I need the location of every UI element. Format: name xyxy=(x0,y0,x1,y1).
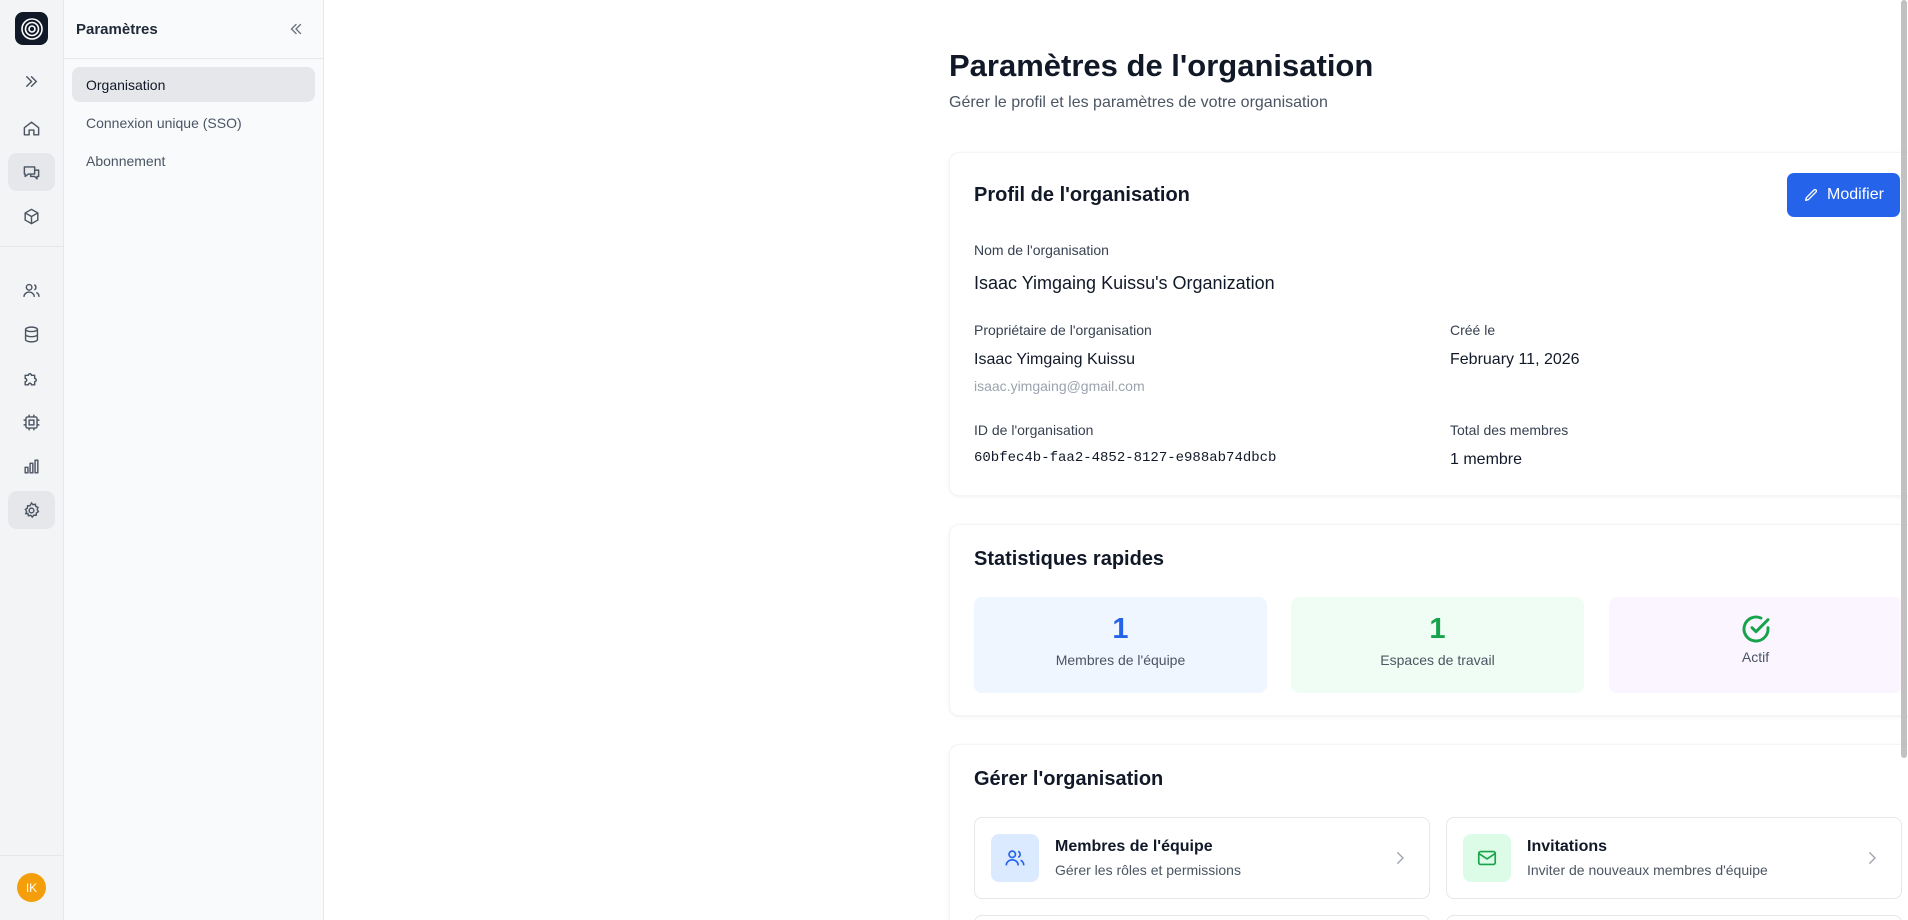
users-icon xyxy=(991,834,1039,882)
icon-rail: IK xyxy=(0,0,64,920)
mail-icon xyxy=(1463,834,1511,882)
gear-icon[interactable] xyxy=(8,491,55,529)
stat-status: Actif xyxy=(1609,597,1902,693)
stat-workspaces: 1 Espaces de travail xyxy=(1291,597,1584,693)
created-label: Créé le xyxy=(1450,322,1496,338)
page-subtitle: Gérer le profil et les paramètres de vot… xyxy=(949,94,1328,111)
sidebar-item-sso[interactable]: Connexion unique (SSO) xyxy=(72,105,315,140)
chat-icon[interactable] xyxy=(8,153,55,191)
manage-item-invitations-desc: Inviter de nouveaux membres d'équipe xyxy=(1527,862,1768,878)
main-panel: Paramètres de l'organisation Gérer le pr… xyxy=(324,0,1908,920)
manage-item-partial-left[interactable] xyxy=(974,915,1430,920)
created-value: February 11, 2026 xyxy=(1450,351,1580,368)
app-root: IK Paramètres Organisation Connexion uni… xyxy=(0,0,1908,920)
owner-name: Isaac Yimgaing Kuissu xyxy=(974,351,1135,368)
profile-card-title: Profil de l'organisation xyxy=(974,184,1190,206)
home-icon[interactable] xyxy=(8,109,55,147)
expand-icon[interactable] xyxy=(8,62,55,100)
manage-item-invitations[interactable]: Invitations Inviter de nouveaux membres … xyxy=(1446,817,1902,899)
rail-divider xyxy=(0,246,64,247)
chevron-right-icon xyxy=(1391,849,1409,867)
edit-button-label: Modifier xyxy=(1827,186,1884,203)
cube-icon[interactable] xyxy=(8,197,55,235)
collapse-sidebar-icon[interactable] xyxy=(287,20,305,38)
user-avatar[interactable]: IK xyxy=(17,873,46,902)
manage-item-members[interactable]: Membres de l'équipe Gérer les rôles et p… xyxy=(974,817,1430,899)
chevron-right-icon xyxy=(1863,849,1881,867)
stat-members-value: 1 xyxy=(1112,613,1129,645)
profile-card: Profil de l'organisation Modifier Nom de… xyxy=(949,152,1908,496)
rail-bottom-divider xyxy=(0,855,64,856)
manage-item-invitations-title: Invitations xyxy=(1527,838,1608,855)
sidebar-item-organisation[interactable]: Organisation xyxy=(72,67,315,102)
pencil-icon xyxy=(1805,188,1818,201)
check-circle-icon xyxy=(1740,613,1772,645)
owner-email: isaac.yimgaing@gmail.com xyxy=(974,378,1145,394)
stats-card-title: Statistiques rapides xyxy=(974,548,1165,570)
sidebar-title: Paramètres xyxy=(76,20,158,38)
manage-item-members-desc: Gérer les rôles et permissions xyxy=(1055,862,1241,878)
manage-item-partial-right[interactable] xyxy=(1446,915,1902,920)
page-scrollbar[interactable] xyxy=(1900,0,1908,920)
stat-status-label: Actif xyxy=(1741,649,1770,665)
users-icon[interactable] xyxy=(8,271,55,309)
members-total-value: 1 membre xyxy=(1450,451,1523,468)
members-total-label: Total des membres xyxy=(1450,422,1569,438)
org-name-label: Nom de l'organisation xyxy=(974,242,1109,258)
manage-card: Gérer l'organisation Membres de l'équipe… xyxy=(949,744,1908,920)
database-icon[interactable] xyxy=(8,315,55,353)
manage-item-members-title: Membres de l'équipe xyxy=(1055,838,1213,855)
sidebar-nav: Organisation Connexion unique (SSO) Abon… xyxy=(64,59,323,189)
puzzle-icon[interactable] xyxy=(8,359,55,397)
logo-icon xyxy=(20,17,43,40)
stat-workspaces-label: Espaces de travail xyxy=(1380,652,1495,668)
stat-workspaces-value: 1 xyxy=(1429,613,1446,645)
stat-members: 1 Membres de l'équipe xyxy=(974,597,1267,693)
manage-card-title: Gérer l'organisation xyxy=(974,768,1164,790)
app-logo[interactable] xyxy=(15,12,48,45)
stat-members-label: Membres de l'équipe xyxy=(1055,652,1186,668)
settings-sidebar: Paramètres Organisation Connexion unique… xyxy=(64,0,324,920)
sidebar-header: Paramètres xyxy=(64,0,323,59)
org-name-value: Isaac Yimgaing Kuissu's Organization xyxy=(974,273,1275,293)
owner-label: Propriétaire de l'organisation xyxy=(974,322,1152,338)
org-id-value: 60bfec4b-faa2-4852-8127-e988ab74dbcb xyxy=(974,450,1277,466)
scrollbar-thumb[interactable] xyxy=(1901,0,1907,758)
edit-button[interactable]: Modifier xyxy=(1787,173,1900,217)
stats-card: Statistiques rapides 1 Membres de l'équi… xyxy=(949,524,1908,716)
cpu-icon[interactable] xyxy=(8,403,55,441)
page-title: Paramètres de l'organisation xyxy=(949,48,1374,83)
org-id-label: ID de l'organisation xyxy=(974,422,1094,438)
sidebar-item-abonnement[interactable]: Abonnement xyxy=(72,143,315,178)
chart-icon[interactable] xyxy=(8,447,55,485)
